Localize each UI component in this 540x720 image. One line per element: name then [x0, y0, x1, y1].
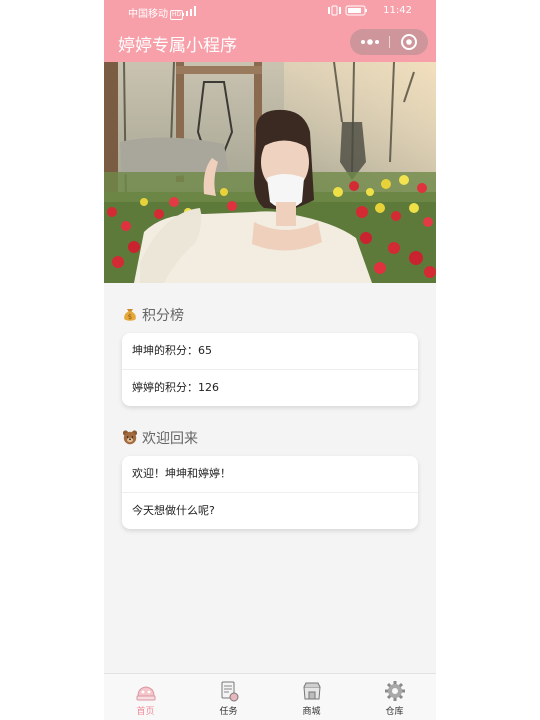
tab-shop-label: 商城	[302, 707, 321, 717]
shop-icon	[303, 682, 321, 700]
points-title-text: 积分榜	[142, 308, 184, 324]
list-item: 今天想做什么呢?	[122, 492, 418, 529]
bottom-tab-bar: 首页 任务 商城 仓库	[104, 673, 436, 720]
battery-icon	[328, 5, 367, 16]
bear-icon	[122, 430, 138, 445]
welcome-message: 欢迎！坤坤和婷婷！	[132, 467, 231, 480]
money-bag-icon: $	[124, 309, 136, 321]
list-item: 欢迎！坤坤和婷婷！	[122, 456, 418, 492]
welcome-card: 欢迎！坤坤和婷婷！ 今天想做什么呢?	[122, 456, 418, 529]
home-icon	[136, 686, 156, 701]
mini-program-capsule	[350, 29, 428, 55]
welcome-title-text: 欢迎回来	[142, 431, 198, 447]
welcome-section-title: 欢迎回来	[122, 428, 198, 448]
phone-screen: 中国移动 HD 11:42 婷婷专属小程序 $ 积分榜 坤坤的积分：65 婷婷的…	[104, 0, 436, 720]
status-bar: 中国移动 HD 11:42	[104, 0, 436, 22]
tab-warehouse[interactable]: 仓库	[353, 674, 436, 720]
tab-warehouse-label: 仓库	[385, 707, 404, 717]
tingting-points-label: 婷婷的积分：	[132, 381, 198, 394]
points-section-title: $ 积分榜	[122, 305, 184, 325]
list-item: 婷婷的积分：126	[122, 369, 418, 406]
banner-photo	[104, 62, 436, 283]
prompt-message: 今天想做什么呢?	[132, 504, 215, 517]
more-options-icon[interactable]	[350, 29, 389, 55]
clock: 11:42	[383, 5, 412, 16]
page-title: 婷婷专属小程序	[118, 36, 237, 56]
title-bar: 婷婷专属小程序	[104, 22, 436, 62]
points-card: 坤坤的积分：65 婷婷的积分：126	[122, 333, 418, 406]
tab-home[interactable]: 首页	[104, 674, 187, 720]
gear-icon	[385, 681, 405, 701]
photo-carousel[interactable]	[104, 62, 436, 283]
carrier-label: 中国移动	[128, 9, 168, 20]
tingting-points-value: 126	[198, 381, 219, 394]
tab-home-label: 首页	[136, 707, 155, 717]
kunkun-points-label: 坤坤的积分：	[132, 344, 198, 357]
signal-icon	[182, 6, 196, 16]
list-item: 坤坤的积分：65	[122, 333, 418, 369]
carrier-name: 中国移动 HD	[128, 5, 184, 20]
svg-text:$: $	[128, 313, 132, 321]
task-icon	[221, 681, 239, 702]
close-mini-program-icon[interactable]	[390, 29, 428, 55]
kunkun-points-value: 65	[198, 344, 212, 357]
tab-tasks[interactable]: 任务	[187, 674, 270, 720]
tab-tasks-label: 任务	[219, 707, 238, 717]
tab-shop[interactable]: 商城	[270, 674, 353, 720]
